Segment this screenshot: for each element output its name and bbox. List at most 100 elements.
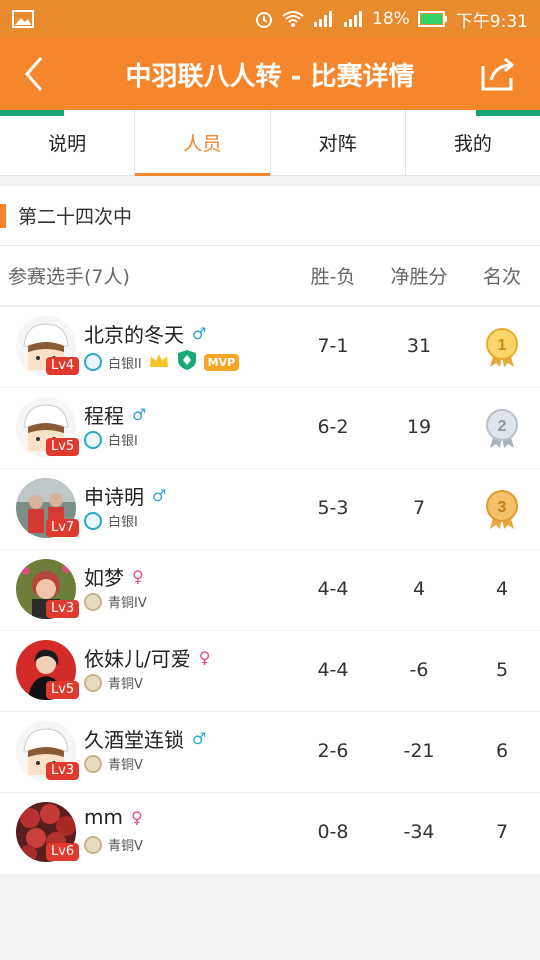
level-badge: Lv3 xyxy=(46,762,80,780)
header-rank: 名次 xyxy=(482,266,521,288)
bronze-tier-icon xyxy=(84,835,102,854)
tier-label: 青铜V xyxy=(108,758,143,773)
gallery-icon xyxy=(12,10,34,28)
back-arrow-icon xyxy=(25,57,43,91)
header-players: 参赛选手(7人) xyxy=(8,266,130,288)
header-net-points: 净胜分 xyxy=(390,266,448,288)
crown-icon xyxy=(148,351,170,373)
level-badge: Lv5 xyxy=(46,438,80,456)
tier-label: 青铜V xyxy=(108,677,143,692)
section-title: 第二十四次中 xyxy=(18,206,133,228)
tier-label: 白银II xyxy=(108,356,142,372)
tab-matchups[interactable]: 对阵 xyxy=(271,110,406,175)
svg-text:1: 1 xyxy=(498,337,507,354)
section-accent-bar xyxy=(0,203,6,228)
bronze-tier-icon xyxy=(84,592,102,611)
header-win-loss: 胜-负 xyxy=(310,266,356,288)
level-badge: Lv6 xyxy=(46,843,80,861)
alarm-icon xyxy=(254,9,274,29)
silver-tier-icon xyxy=(84,353,102,371)
svg-text:2: 2 xyxy=(498,418,507,435)
title-bar: 中羽联八人转 - 比赛详情 xyxy=(0,38,540,110)
signal-icon xyxy=(312,10,334,28)
win-loss: 5-3 xyxy=(317,497,349,519)
clock: 下午9:31 xyxy=(455,11,528,32)
player-name: 久酒堂连锁 xyxy=(84,728,184,752)
level-badge: Lv7 xyxy=(46,519,80,537)
tab-members[interactable]: 人员 xyxy=(135,110,271,176)
battery-icon xyxy=(417,11,448,27)
tab-mine[interactable]: 我的 xyxy=(406,110,540,175)
win-loss: 2-6 xyxy=(317,740,349,762)
win-loss: 7-1 xyxy=(317,335,349,357)
table-header: 参赛选手(7人) 胜-负 净胜分 名次 xyxy=(0,246,540,306)
battery-percent: 18% xyxy=(372,9,410,29)
win-loss: 4-4 xyxy=(317,578,349,600)
status-bar: 18% 下午9:31 xyxy=(0,0,540,38)
level-badge: Lv4 xyxy=(46,357,80,375)
net-points: 31 xyxy=(406,335,432,357)
level-badge: Lv3 xyxy=(46,600,80,618)
tier-label: 白银I xyxy=(108,434,138,449)
player-row[interactable]: Lv5 程程 ♂ 白银I 6-2 19 2 xyxy=(0,388,540,469)
player-row[interactable]: Lv4 北京的冬天 ♂ 白银II MVP 7-1 31 1 xyxy=(0,307,540,388)
player-name: 依妹儿/可爱 xyxy=(84,647,191,671)
tier-label: 青铜V xyxy=(108,839,143,854)
player-row[interactable]: Lv7 申诗明 ♂ 白银I 5-3 7 3 xyxy=(0,469,540,550)
male-icon: ♂ xyxy=(152,486,167,505)
net-points: 7 xyxy=(412,497,426,519)
male-icon: ♂ xyxy=(132,405,147,424)
level-badge: Lv5 xyxy=(46,681,80,699)
net-points: -6 xyxy=(409,659,429,681)
mvp-badge: MVP xyxy=(203,353,240,371)
gold-medal-icon: 1 xyxy=(484,327,520,373)
net-points: -21 xyxy=(403,740,435,762)
player-name: 申诗明 xyxy=(84,485,144,509)
win-loss: 4-4 xyxy=(317,659,349,681)
player-name: 程程 xyxy=(84,404,124,428)
bronze-medal-icon: 3 xyxy=(484,489,520,535)
share-button[interactable] xyxy=(476,52,520,96)
rank: 5 xyxy=(495,659,509,681)
tier-label: 白银I xyxy=(108,515,138,530)
male-icon: ♂ xyxy=(192,324,207,343)
shield-icon xyxy=(176,349,198,375)
page-title: 中羽联八人转 - 比赛详情 xyxy=(125,61,415,92)
back-button[interactable] xyxy=(12,52,56,96)
net-points: 4 xyxy=(412,578,426,600)
bronze-tier-icon xyxy=(84,754,102,773)
female-icon: ♀ xyxy=(130,807,143,827)
tab-accent-right xyxy=(476,110,540,116)
player-row[interactable]: Lv3 久酒堂连锁 ♂ 青铜V 2-6 -21 6 xyxy=(0,712,540,793)
player-name: 如梦 xyxy=(84,566,124,590)
win-loss: 0-8 xyxy=(317,821,349,843)
player-row[interactable]: Lv5 依妹儿/可爱 ♀ 青铜V 4-4 -6 5 xyxy=(0,631,540,712)
player-row[interactable]: Lv3 如梦 ♀ 青铜IV 4-4 4 4 xyxy=(0,550,540,631)
player-name: 北京的冬天 xyxy=(84,323,184,347)
win-loss: 6-2 xyxy=(317,416,349,438)
section-header: 第二十四次中 xyxy=(0,186,540,246)
tab-accent-left xyxy=(0,110,64,116)
silver-tier-icon xyxy=(84,511,102,530)
signal-icon-2 xyxy=(342,10,364,28)
player-row[interactable]: Lv6 mm ♀ 青铜V 0-8 -34 7 xyxy=(0,793,540,874)
rank: 4 xyxy=(495,578,509,600)
tier-label: 青铜IV xyxy=(108,596,147,611)
net-points: 19 xyxy=(406,416,432,438)
tab-description[interactable]: 说明 xyxy=(0,110,136,175)
female-icon: ♀ xyxy=(132,567,144,586)
svg-text:3: 3 xyxy=(498,499,507,516)
female-icon: ♀ xyxy=(198,648,211,667)
wifi-icon xyxy=(282,10,304,28)
share-icon xyxy=(481,57,515,91)
silver-medal-icon: 2 xyxy=(484,408,520,454)
tab-bar: 说明 人员 对阵 我的 xyxy=(0,110,540,176)
rank: 7 xyxy=(495,821,509,843)
player-name: mm xyxy=(84,805,123,829)
bronze-tier-icon xyxy=(84,673,102,692)
net-points: -34 xyxy=(403,821,435,843)
silver-tier-icon xyxy=(84,430,102,449)
rank: 6 xyxy=(495,740,509,762)
male-icon: ♂ xyxy=(192,729,207,748)
player-list: Lv4 北京的冬天 ♂ 白银II MVP 7-1 31 1 Lv5 程程 ♂ 白… xyxy=(0,307,540,874)
